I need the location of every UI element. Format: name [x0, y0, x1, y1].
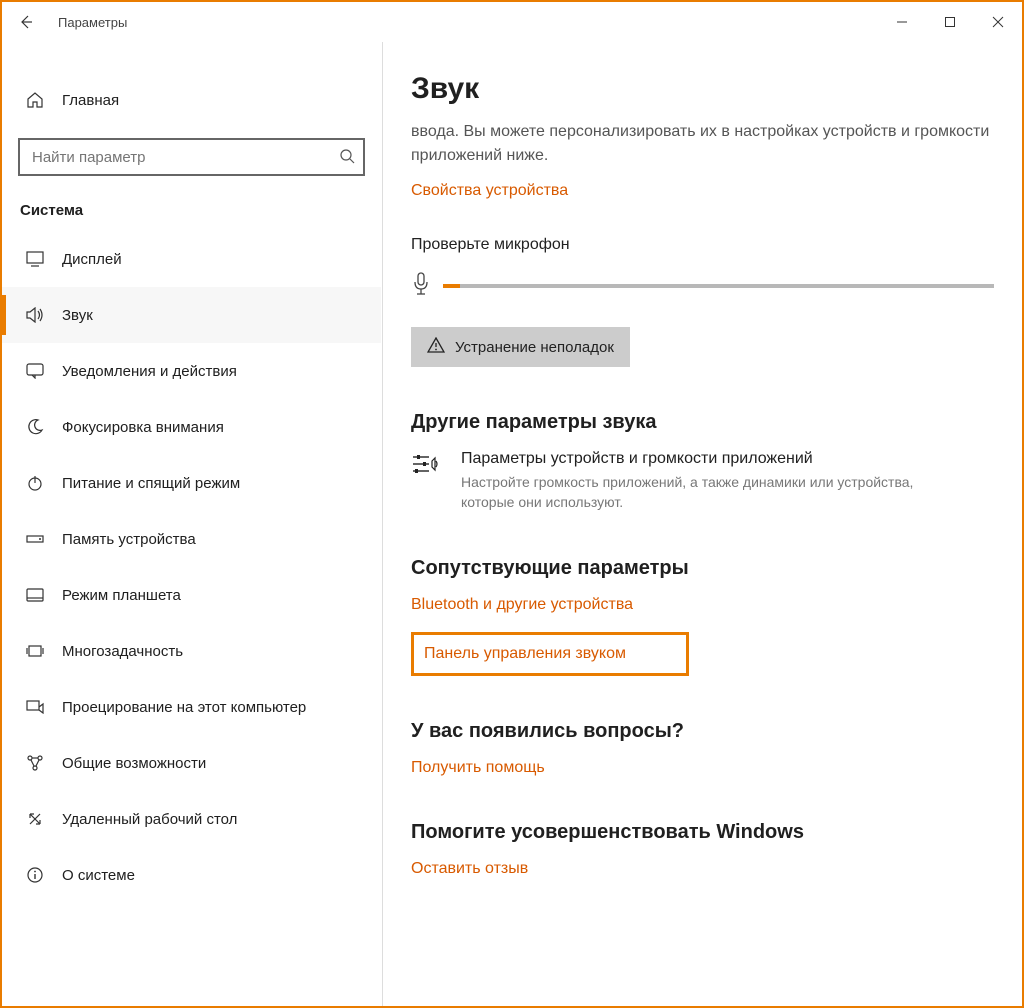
mic-level-bar — [443, 284, 994, 288]
storage-icon — [24, 528, 46, 550]
project-icon — [24, 696, 46, 718]
titlebar: Параметры — [2, 2, 1022, 42]
sidebar-item-multitasking[interactable]: Многозадачность — [2, 623, 381, 679]
nav-label: Удаленный рабочий стол — [62, 811, 237, 828]
microphone-icon — [411, 272, 431, 299]
mic-check-label: Проверьте микрофон — [411, 236, 994, 254]
nav-label: Память устройства — [62, 531, 196, 548]
back-button[interactable] — [2, 2, 50, 42]
sidebar-item-power[interactable]: Питание и спящий режим — [2, 455, 381, 511]
nav-label: Общие возможности — [62, 755, 206, 772]
maximize-button[interactable] — [926, 2, 974, 42]
nav-label: Многозадачность — [62, 643, 183, 660]
nav-label: Дисплей — [62, 251, 122, 268]
sidebar-item-home[interactable]: Главная — [2, 72, 381, 128]
give-feedback-link[interactable]: Оставить отзыв — [411, 860, 994, 878]
search-input[interactable] — [18, 138, 365, 176]
main-content: Звук ввода. Вы можете персонализировать … — [382, 42, 1022, 1006]
nav-label: Фокусировка внимания — [62, 419, 224, 436]
get-help-link[interactable]: Получить помощь — [411, 759, 994, 777]
volume-option-desc: Настройте громкость приложений, а также … — [461, 472, 921, 513]
power-icon — [24, 472, 46, 494]
highlighted-link-box: Панель управления звуком — [411, 632, 689, 676]
nav-label: Проецирование на этот компьютер — [62, 699, 306, 716]
nav-label: Уведомления и действия — [62, 363, 237, 380]
home-icon — [24, 89, 46, 111]
search-icon — [339, 148, 355, 167]
sidebar-item-tablet[interactable]: Режим планшета — [2, 567, 381, 623]
nav-label: Питание и спящий режим — [62, 475, 240, 492]
sidebar-item-storage[interactable]: Память устройства — [2, 511, 381, 567]
troubleshoot-button[interactable]: Устранение неполадок — [411, 327, 630, 367]
sidebar-item-projecting[interactable]: Проецирование на этот компьютер — [2, 679, 381, 735]
nav-label: Звук — [62, 307, 93, 324]
feedback-title: Помогите усовершенствовать Windows — [411, 821, 994, 844]
shared-icon — [24, 752, 46, 774]
sidebar-item-notifications[interactable]: Уведомления и действия — [2, 343, 381, 399]
page-description: ввода. Вы можете персонализировать их в … — [411, 120, 994, 168]
related-title: Сопутствующие параметры — [411, 557, 994, 580]
sidebar-item-display[interactable]: Дисплей — [2, 231, 381, 287]
maximize-icon — [944, 16, 956, 28]
sound-control-panel-link[interactable]: Панель управления звуком — [424, 645, 626, 663]
mic-level-fill — [443, 284, 460, 288]
moon-icon — [24, 416, 46, 438]
nav-label: О системе — [62, 867, 135, 884]
home-label: Главная — [62, 92, 119, 109]
close-button[interactable] — [974, 2, 1022, 42]
search-field[interactable] — [30, 148, 339, 167]
questions-title: У вас появились вопросы? — [411, 720, 994, 743]
volume-option-row[interactable]: Параметры устройств и громкости приложен… — [411, 450, 994, 513]
notification-icon — [24, 360, 46, 382]
minimize-button[interactable] — [878, 2, 926, 42]
minimize-icon — [896, 16, 908, 28]
sidebar-item-sound[interactable]: Звук — [2, 287, 381, 343]
sidebar: Главная Система Дисплей Звук — [2, 42, 382, 1006]
arrow-left-icon — [18, 14, 34, 30]
remote-icon — [24, 808, 46, 830]
window-title: Параметры — [58, 15, 127, 30]
tablet-icon — [24, 584, 46, 606]
sidebar-item-focus-assist[interactable]: Фокусировка внимания — [2, 399, 381, 455]
other-sound-title: Другие параметры звука — [411, 411, 994, 434]
display-icon — [24, 248, 46, 270]
bluetooth-link[interactable]: Bluetooth и другие устройства — [411, 596, 994, 614]
warning-icon — [427, 337, 445, 357]
sidebar-item-shared[interactable]: Общие возможности — [2, 735, 381, 791]
sliders-icon — [411, 452, 439, 479]
page-title: Звук — [411, 72, 994, 106]
troubleshoot-label: Устранение неполадок — [455, 339, 614, 356]
speaker-icon — [24, 304, 46, 326]
sidebar-item-remote-desktop[interactable]: Удаленный рабочий стол — [2, 791, 381, 847]
device-properties-link[interactable]: Свойства устройства — [411, 182, 994, 200]
nav-label: Режим планшета — [62, 587, 181, 604]
volume-option-title: Параметры устройств и громкости приложен… — [461, 450, 921, 468]
info-icon — [24, 864, 46, 886]
close-icon — [992, 16, 1004, 28]
sidebar-item-about[interactable]: О системе — [2, 847, 381, 903]
multitasking-icon — [24, 640, 46, 662]
sidebar-section-header: Система — [2, 194, 381, 231]
